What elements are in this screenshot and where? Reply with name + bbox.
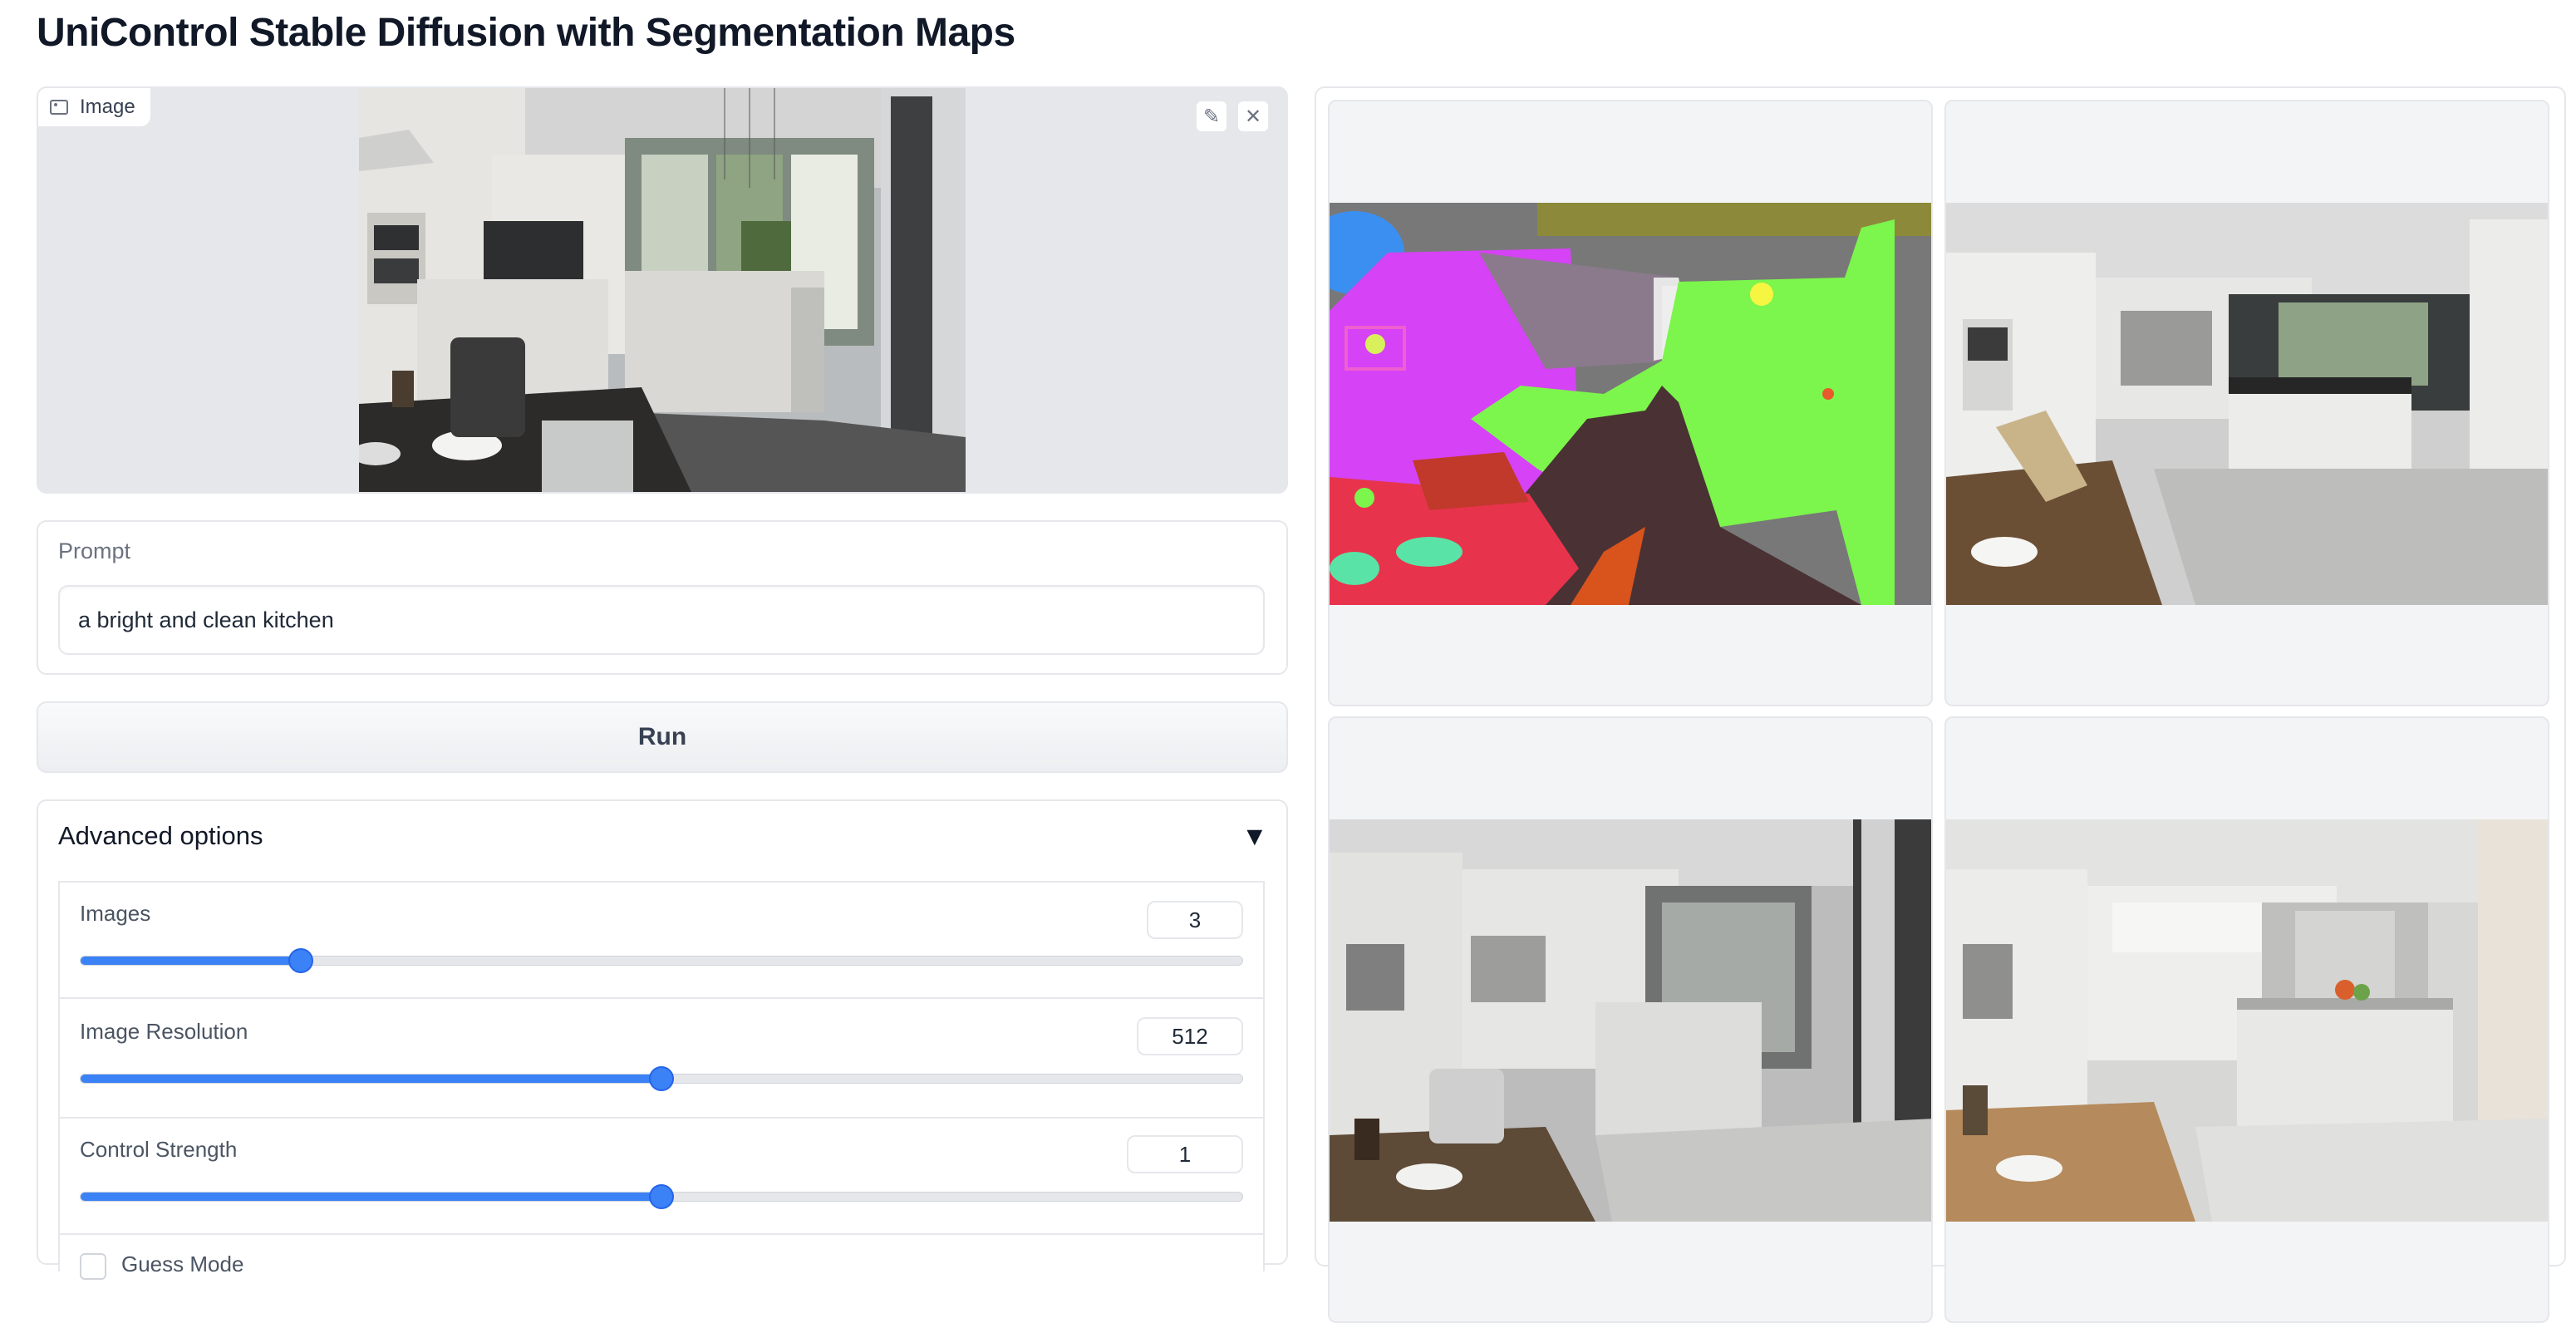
- gallery-item-segmentation[interactable]: [1328, 100, 1933, 706]
- control-strength-number-input[interactable]: 1: [1127, 1135, 1243, 1173]
- input-image-panel[interactable]: [37, 86, 1288, 494]
- generated-kitchen-image-2: [1330, 819, 1931, 1222]
- generated-kitchen-image-1: [1946, 203, 2548, 605]
- images-slider-thumb[interactable]: [288, 948, 313, 973]
- resolution-slider-label: Image Resolution: [80, 1019, 248, 1044]
- advanced-options-title[interactable]: Advanced options: [58, 821, 263, 851]
- page-title: UniControl Stable Diffusion with Segment…: [37, 11, 1015, 55]
- resolution-slider-thumb[interactable]: [649, 1066, 674, 1091]
- close-icon: ✕: [1244, 105, 1262, 128]
- gallery-item-output-2[interactable]: [1328, 716, 1933, 1323]
- guess-mode-label: Guess Mode: [121, 1252, 244, 1276]
- segmentation-map-image: [1330, 203, 1931, 605]
- image-icon: [50, 100, 68, 115]
- run-button[interactable]: Run: [37, 701, 1288, 773]
- guess-mode-checkbox[interactable]: [80, 1253, 106, 1280]
- control-strength-slider-thumb[interactable]: [649, 1184, 674, 1209]
- image-label-text: Image: [80, 96, 135, 118]
- image-input-label: Image: [38, 88, 152, 128]
- gallery-item-output-3[interactable]: [1944, 716, 2549, 1323]
- images-number-input[interactable]: 3: [1147, 901, 1243, 939]
- edit-button[interactable]: ✎: [1195, 100, 1228, 133]
- collapse-arrow-icon[interactable]: ▼: [1241, 821, 1268, 852]
- resolution-number-input[interactable]: 512: [1137, 1017, 1243, 1055]
- generated-kitchen-image-3: [1946, 819, 2548, 1222]
- kitchen-photo: [359, 88, 966, 492]
- images-slider-label: Images: [80, 901, 151, 926]
- images-slider-track[interactable]: [80, 956, 1243, 966]
- row-divider: [60, 1233, 1263, 1235]
- control-strength-slider-label: Control Strength: [80, 1137, 238, 1162]
- gallery-item-output-1[interactable]: [1944, 100, 2549, 706]
- prompt-input[interactable]: a bright and clean kitchen: [58, 585, 1265, 655]
- row-divider: [60, 1117, 1263, 1119]
- row-divider: [60, 997, 1263, 999]
- pencil-icon: ✎: [1202, 105, 1221, 128]
- prompt-label: Prompt: [58, 539, 131, 563]
- clear-image-button[interactable]: ✕: [1236, 100, 1270, 133]
